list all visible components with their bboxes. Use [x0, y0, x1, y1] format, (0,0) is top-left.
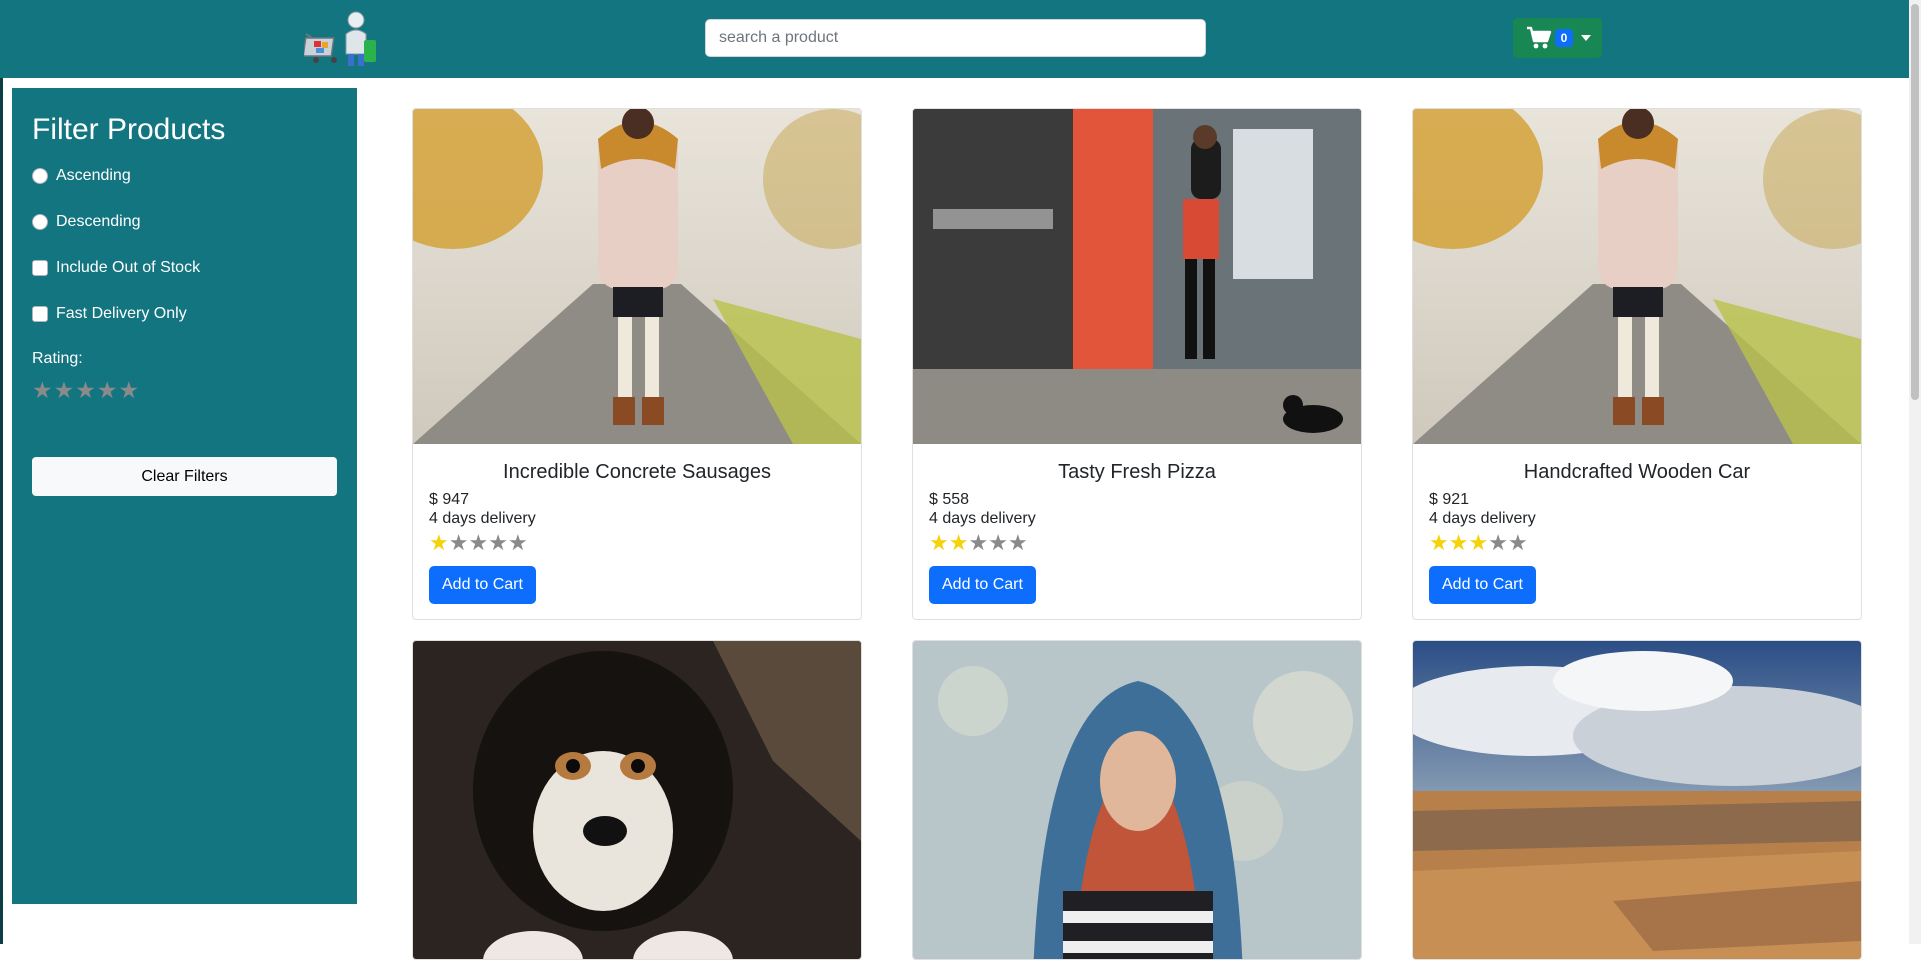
- product-delivery: 4 days delivery: [429, 510, 536, 527]
- filter-descending[interactable]: Descending: [32, 212, 337, 232]
- filter-include-out-of-stock[interactable]: Include Out of Stock: [32, 258, 337, 278]
- rating-star-1: ★: [929, 530, 949, 555]
- rating-star-5: ★: [507, 530, 528, 555]
- rating-star-4: ★: [988, 530, 1008, 555]
- fast-delivery-checkbox[interactable]: [32, 306, 48, 322]
- product-price: $ 558: [929, 491, 970, 508]
- rating-star-1: ★: [1429, 530, 1449, 555]
- puppy-photo: [413, 641, 861, 959]
- product-delivery: 4 days delivery: [1429, 510, 1536, 527]
- window-edge: [0, 0, 3, 944]
- add-to-cart-button[interactable]: Add to Cart: [1429, 566, 1536, 604]
- rating-label: Rating:: [32, 350, 83, 367]
- sidebar-title: Filter Products: [32, 113, 226, 146]
- product-price: $ 921: [1429, 491, 1470, 508]
- product-card: [912, 640, 1362, 960]
- shopping-cart-icon: [1527, 26, 1552, 49]
- woman-in-coat-photo: [413, 109, 861, 444]
- product-name: Tasty Fresh Pizza: [1058, 461, 1216, 483]
- star-icon[interactable]: ★: [97, 378, 118, 402]
- fast-delivery-label: Fast Delivery Only: [56, 305, 187, 322]
- cart-count-badge: 0: [1555, 29, 1573, 47]
- rating-star-5: ★: [1507, 530, 1528, 555]
- rating-star-4: ★: [1488, 530, 1508, 555]
- include-out-of-stock-checkbox[interactable]: [32, 260, 48, 276]
- product-rating: ★ ★ ★ ★ ★: [929, 531, 1361, 555]
- product-card: [1412, 640, 1862, 960]
- chevron-down-icon: [1581, 35, 1591, 41]
- star-icon[interactable]: ★: [119, 378, 140, 402]
- rating-star-3: ★: [468, 530, 489, 555]
- rating-star-4: ★: [488, 530, 508, 555]
- product-name: Incredible Concrete Sausages: [503, 461, 771, 483]
- descending-radio[interactable]: [32, 214, 48, 230]
- scrollbar-thumb[interactable]: [1911, 4, 1919, 400]
- product-name: Handcrafted Wooden Car: [1523, 461, 1751, 483]
- rating-star-2: ★: [1448, 530, 1469, 555]
- add-to-cart-button[interactable]: Add to Cart: [429, 566, 536, 604]
- product-delivery: 4 days delivery: [929, 510, 1036, 527]
- page-scrollbar[interactable]: [1909, 0, 1921, 944]
- clear-filters-button[interactable]: Clear Filters: [32, 457, 337, 496]
- rating-filter-stars[interactable]: ★ ★ ★ ★ ★: [32, 378, 337, 402]
- product-rating: ★ ★ ★ ★ ★: [1429, 531, 1861, 555]
- product-card-body: Incredible Concrete Sausages $ 947 4 day…: [413, 444, 861, 604]
- product-card-body: Tasty Fresh Pizza $ 558 4 days delivery …: [913, 444, 1361, 604]
- rating-star-2: ★: [948, 530, 969, 555]
- filter-fast-delivery[interactable]: Fast Delivery Only: [32, 304, 337, 324]
- cart-dropdown-button[interactable]: 0: [1513, 18, 1602, 58]
- shop-logo[interactable]: [302, 8, 380, 68]
- woman-in-coat-photo: [1413, 109, 1861, 444]
- rating-star-5: ★: [1007, 530, 1028, 555]
- desert-landscape-photo: [1413, 641, 1861, 959]
- ascending-radio[interactable]: [32, 168, 48, 184]
- rating-star-3: ★: [1468, 530, 1489, 555]
- product-price: $ 947: [429, 491, 470, 508]
- product-card: [412, 640, 862, 960]
- filter-sidebar: Filter Products Ascending Descending Inc…: [12, 88, 357, 904]
- woman-in-scarf-photo: [913, 641, 1361, 959]
- ascending-label: Ascending: [56, 167, 131, 184]
- filter-ascending[interactable]: Ascending: [32, 166, 337, 186]
- star-icon[interactable]: ★: [75, 378, 96, 402]
- rating-star-2: ★: [448, 530, 469, 555]
- descending-label: Descending: [56, 213, 141, 230]
- add-to-cart-button[interactable]: Add to Cart: [929, 566, 1036, 604]
- top-navbar: 0: [0, 0, 1909, 78]
- include-out-of-stock-label: Include Out of Stock: [56, 259, 201, 276]
- product-rating: ★ ★ ★ ★ ★: [429, 531, 861, 555]
- product-card: Handcrafted Wooden Car $ 921 4 days deli…: [1412, 108, 1862, 620]
- star-icon[interactable]: ★: [54, 378, 75, 402]
- rating-star-3: ★: [968, 530, 989, 555]
- search-input[interactable]: [705, 19, 1206, 57]
- product-card: Tasty Fresh Pizza $ 558 4 days delivery …: [912, 108, 1362, 620]
- star-icon[interactable]: ★: [32, 378, 53, 402]
- woman-with-dog-photo: [913, 109, 1361, 444]
- rating-star-1: ★: [429, 530, 449, 555]
- product-card-body: Handcrafted Wooden Car $ 921 4 days deli…: [1413, 444, 1861, 604]
- product-card: Incredible Concrete Sausages $ 947 4 day…: [412, 108, 862, 620]
